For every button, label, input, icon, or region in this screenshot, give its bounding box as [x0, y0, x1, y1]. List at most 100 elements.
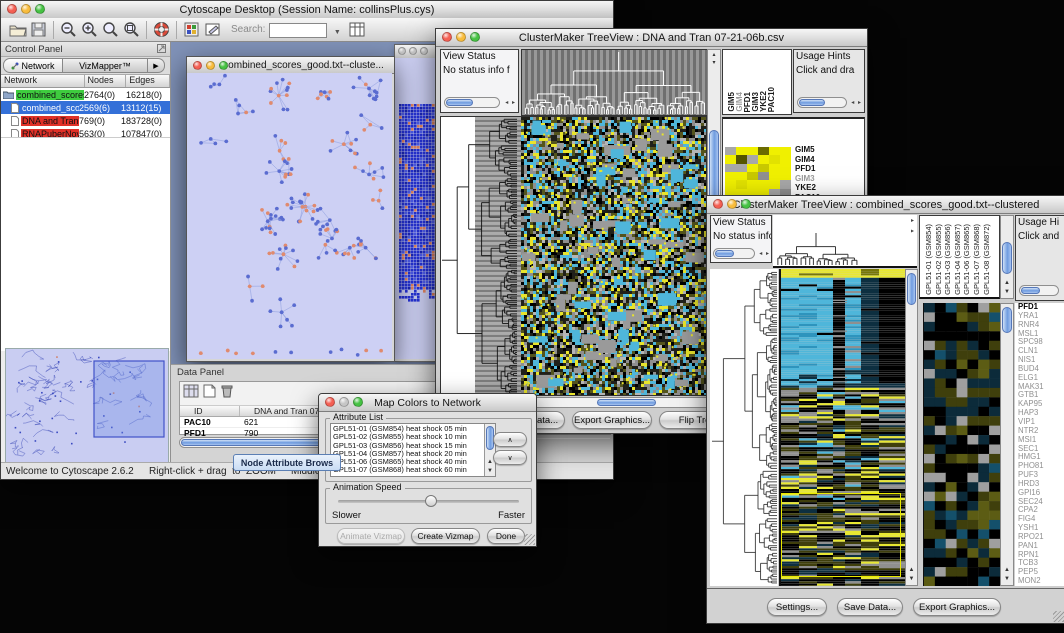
- column-header[interactable]: Network: [1, 75, 85, 87]
- zoom-cell[interactable]: [769, 172, 780, 180]
- minimize-button[interactable]: [206, 61, 215, 70]
- zoom-cell[interactable]: [780, 172, 791, 180]
- create-vizmap-button[interactable]: Create Vizmap: [411, 528, 480, 544]
- gene-label[interactable]: YKE2: [795, 183, 863, 193]
- tv1-heatmap-canvas[interactable]: [521, 116, 707, 396]
- zoom-button[interactable]: [219, 61, 228, 70]
- tv1-export-graphics-button[interactable]: Export Graphics...: [572, 411, 652, 429]
- tv2-hints-scrollbar[interactable]: [1019, 285, 1059, 296]
- zoom-button[interactable]: [353, 397, 363, 407]
- array-column-label[interactable]: GPL51-07 (GSM868): [972, 224, 981, 295]
- network-view-window[interactable]: combined_scores_good.txt--cluste...: [186, 56, 395, 362]
- annotation-icon[interactable]: [202, 20, 223, 40]
- tab-overflow-arrow[interactable]: ▶: [148, 58, 165, 73]
- tv1-hints-scrollbar[interactable]: [797, 97, 847, 108]
- search-input[interactable]: [269, 23, 327, 38]
- gene-label[interactable]: GIM5: [795, 145, 863, 155]
- move-down-button[interactable]: ∨: [493, 450, 527, 465]
- close-button[interactable]: [398, 47, 406, 55]
- node-attribute-browser-tab[interactable]: Node Attribute Brows: [233, 454, 341, 471]
- network-view-titlebar[interactable]: combined_scores_good.txt--cluste...: [187, 57, 394, 74]
- network-graph-canvas[interactable]: [187, 73, 392, 359]
- tv1-zoom-heatmap[interactable]: [725, 147, 791, 197]
- animate-vizmap-button[interactable]: Animate Vizmap: [337, 528, 405, 544]
- close-button[interactable]: [193, 61, 202, 70]
- tv2-row-dendrogram[interactable]: [710, 269, 778, 586]
- zoom-cell[interactable]: [780, 155, 791, 163]
- cytoscape-titlebar[interactable]: Cytoscape Desktop (Session Name: collins…: [1, 1, 613, 19]
- resize-grip[interactable]: [524, 534, 535, 545]
- treeview2-titlebar[interactable]: ClusterMaker TreeView : combined_scores_…: [707, 196, 1064, 214]
- zoom-cell[interactable]: [758, 155, 769, 163]
- minimize-button[interactable]: [456, 32, 466, 42]
- tv2-gene-list[interactable]: PFD1YRA1RNR4MSL1SPC98CLN1NIS1BUD4ELG1MAK…: [1015, 303, 1064, 586]
- tv1-hscrollbar[interactable]: [522, 397, 720, 408]
- zoom-cell[interactable]: [725, 155, 736, 163]
- column-header[interactable]: Edges: [126, 75, 170, 87]
- zoom-cell[interactable]: [747, 147, 758, 155]
- move-up-button[interactable]: ∧: [493, 432, 527, 447]
- gene-label[interactable]: GIM3: [795, 174, 863, 184]
- zoom-cell[interactable]: [725, 164, 736, 172]
- tv2-save-data-button[interactable]: Save Data...: [837, 598, 903, 616]
- tab-vizmapper[interactable]: VizMapper™: [63, 58, 148, 73]
- network-row[interactable]: combined_sco2569(6)13112(15): [1, 101, 170, 114]
- column-header[interactable]: ID: [180, 406, 240, 416]
- close-button[interactable]: [7, 4, 17, 14]
- table-mode-icon[interactable]: [183, 384, 199, 403]
- treeview1-titlebar[interactable]: ClusterMaker TreeView : DNA and Tran 07-…: [436, 29, 867, 47]
- tv2-column-labels-scrollbar[interactable]: ▲▼: [1000, 215, 1014, 299]
- array-column-label[interactable]: GPL51-03 (GSM856): [943, 224, 952, 295]
- tv1-status-scroll-arrows[interactable]: ◂ ▸: [505, 99, 516, 106]
- array-column-label[interactable]: GPL51-02 (GSM855): [934, 224, 943, 295]
- birdseye-panel[interactable]: [5, 348, 169, 463]
- help-lifering-icon[interactable]: [151, 20, 172, 40]
- zoom-out-icon[interactable]: [58, 20, 79, 40]
- zoom-cell[interactable]: [758, 180, 769, 188]
- zoom-cell[interactable]: [725, 180, 736, 188]
- network-row[interactable]: combined_scores2764(0)16218(0): [1, 88, 170, 101]
- save-icon[interactable]: [28, 20, 49, 40]
- matrix-view-window[interactable]: [394, 44, 440, 362]
- tv2-zoom-vscrollbar[interactable]: ▲▼: [1000, 303, 1014, 586]
- zoom-selected-icon[interactable]: [100, 20, 121, 40]
- array-column-label[interactable]: GPL51-08 (GSM872): [982, 224, 991, 295]
- tv2-export-graphics-button[interactable]: Export Graphics...: [913, 598, 1001, 616]
- zoom-cell[interactable]: [758, 164, 769, 172]
- speed-slider[interactable]: [338, 500, 519, 503]
- attribute-listbox[interactable]: GPL51-01 (GSM854) heat shock 05 minGPL51…: [330, 423, 496, 477]
- zoom-cell[interactable]: [780, 180, 791, 188]
- zoom-cell[interactable]: [758, 172, 769, 180]
- zoom-cell[interactable]: [736, 180, 747, 188]
- tv2-status-scrollbar[interactable]: [713, 248, 755, 259]
- zoom-cell[interactable]: [780, 164, 791, 172]
- zoom-button[interactable]: [35, 4, 45, 14]
- delete-attribute-icon[interactable]: [220, 384, 233, 403]
- zoom-button[interactable]: [741, 199, 751, 209]
- tv2-zoom-heatmap-canvas[interactable]: [923, 303, 1000, 586]
- matrix-view-titlebar[interactable]: [395, 45, 439, 59]
- close-button[interactable]: [713, 199, 723, 209]
- zoom-cell[interactable]: [758, 147, 769, 155]
- gene-label[interactable]: GIM4: [795, 155, 863, 165]
- resize-grip[interactable]: [1053, 611, 1064, 622]
- array-column-label[interactable]: GPL51-04 (GSM857): [953, 224, 962, 295]
- zoom-button[interactable]: [420, 47, 428, 55]
- tv1-hints-scroll-arrows[interactable]: ◂ ▸: [851, 99, 862, 106]
- zoom-fit-icon[interactable]: [121, 20, 142, 40]
- zoom-cell[interactable]: [736, 147, 747, 155]
- close-button[interactable]: [442, 32, 452, 42]
- zoom-cell[interactable]: [736, 155, 747, 163]
- zoom-cell[interactable]: [769, 180, 780, 188]
- zoom-cell[interactable]: [747, 172, 758, 180]
- zoom-cell[interactable]: [725, 147, 736, 155]
- tv2-main-vscrollbar[interactable]: ▲▼: [905, 269, 918, 586]
- dialog-titlebar[interactable]: Map Colors to Network: [319, 394, 536, 412]
- gene-label[interactable]: MON2: [1018, 577, 1064, 586]
- new-attribute-icon[interactable]: [203, 384, 216, 403]
- zoom-cell[interactable]: [747, 164, 758, 172]
- tv2-column-dendrogram[interactable]: [773, 215, 915, 266]
- array-column-label[interactable]: GPL51-06 (GSM865): [962, 224, 971, 295]
- tv2-heatmap-canvas[interactable]: [779, 269, 905, 586]
- vizmapper-icon[interactable]: [181, 20, 202, 40]
